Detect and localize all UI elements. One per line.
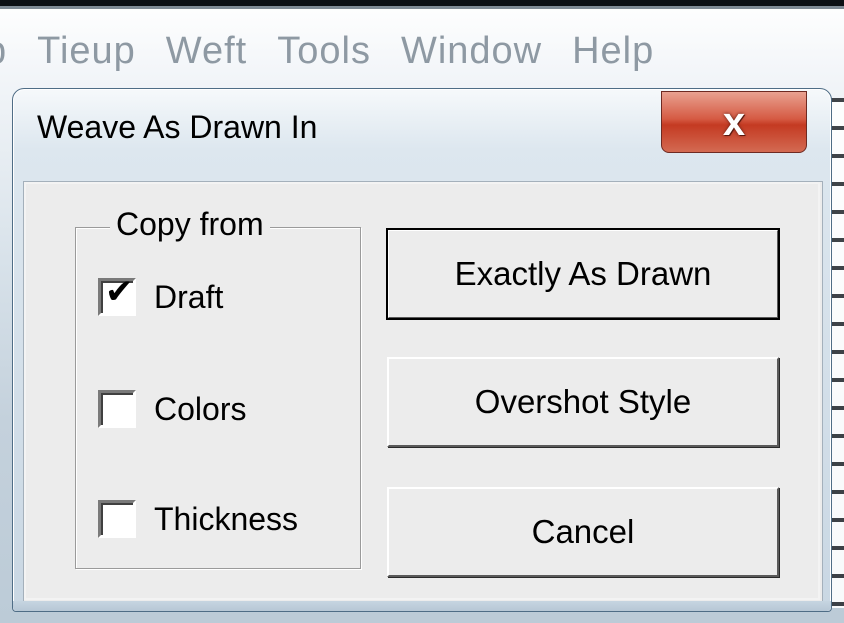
thickness-option[interactable]: Thickness <box>98 500 298 538</box>
dialog-title-bar[interactable]: Weave As Drawn In x <box>13 89 831 175</box>
dialog-title: Weave As Drawn In <box>37 109 318 145</box>
weave-as-drawn-in-dialog: Weave As Drawn In x Copy from ✔ Draft Co… <box>12 88 832 612</box>
menu-item-partial[interactable]: p <box>0 20 22 82</box>
exactly-as-drawn-button[interactable]: Exactly As Drawn <box>386 228 780 320</box>
menu-item-window[interactable]: Window <box>386 20 557 82</box>
colors-checkbox[interactable] <box>98 390 136 428</box>
dialog-bottom-border <box>13 601 831 611</box>
close-button[interactable]: x <box>661 91 807 153</box>
thickness-label: Thickness <box>154 500 299 537</box>
menu-item-weft[interactable]: Weft <box>151 20 262 82</box>
close-icon: x <box>722 100 746 144</box>
window-top-border-shadow <box>0 6 844 9</box>
draft-option[interactable]: ✔ Draft <box>98 273 224 316</box>
checkmark-icon: ✔ <box>105 273 134 311</box>
copy-from-group: Copy from ✔ Draft Colors Thickness <box>75 206 361 569</box>
menu-item-tieup[interactable]: Tieup <box>22 20 151 82</box>
cancel-button[interactable]: Cancel <box>387 487 779 577</box>
colors-label: Colors <box>154 390 247 427</box>
colors-option[interactable]: Colors <box>98 390 246 428</box>
menu-bar: p Tieup Weft Tools Window Help <box>0 20 844 82</box>
thickness-checkbox[interactable] <box>98 500 136 538</box>
draft-label: Draft <box>154 278 224 315</box>
copy-from-label: Copy from <box>110 206 270 243</box>
overshot-style-button[interactable]: Overshot Style <box>387 357 779 447</box>
menu-item-tools[interactable]: Tools <box>262 20 386 82</box>
draft-checkbox[interactable]: ✔ <box>98 273 136 316</box>
menu-item-help[interactable]: Help <box>557 20 669 82</box>
